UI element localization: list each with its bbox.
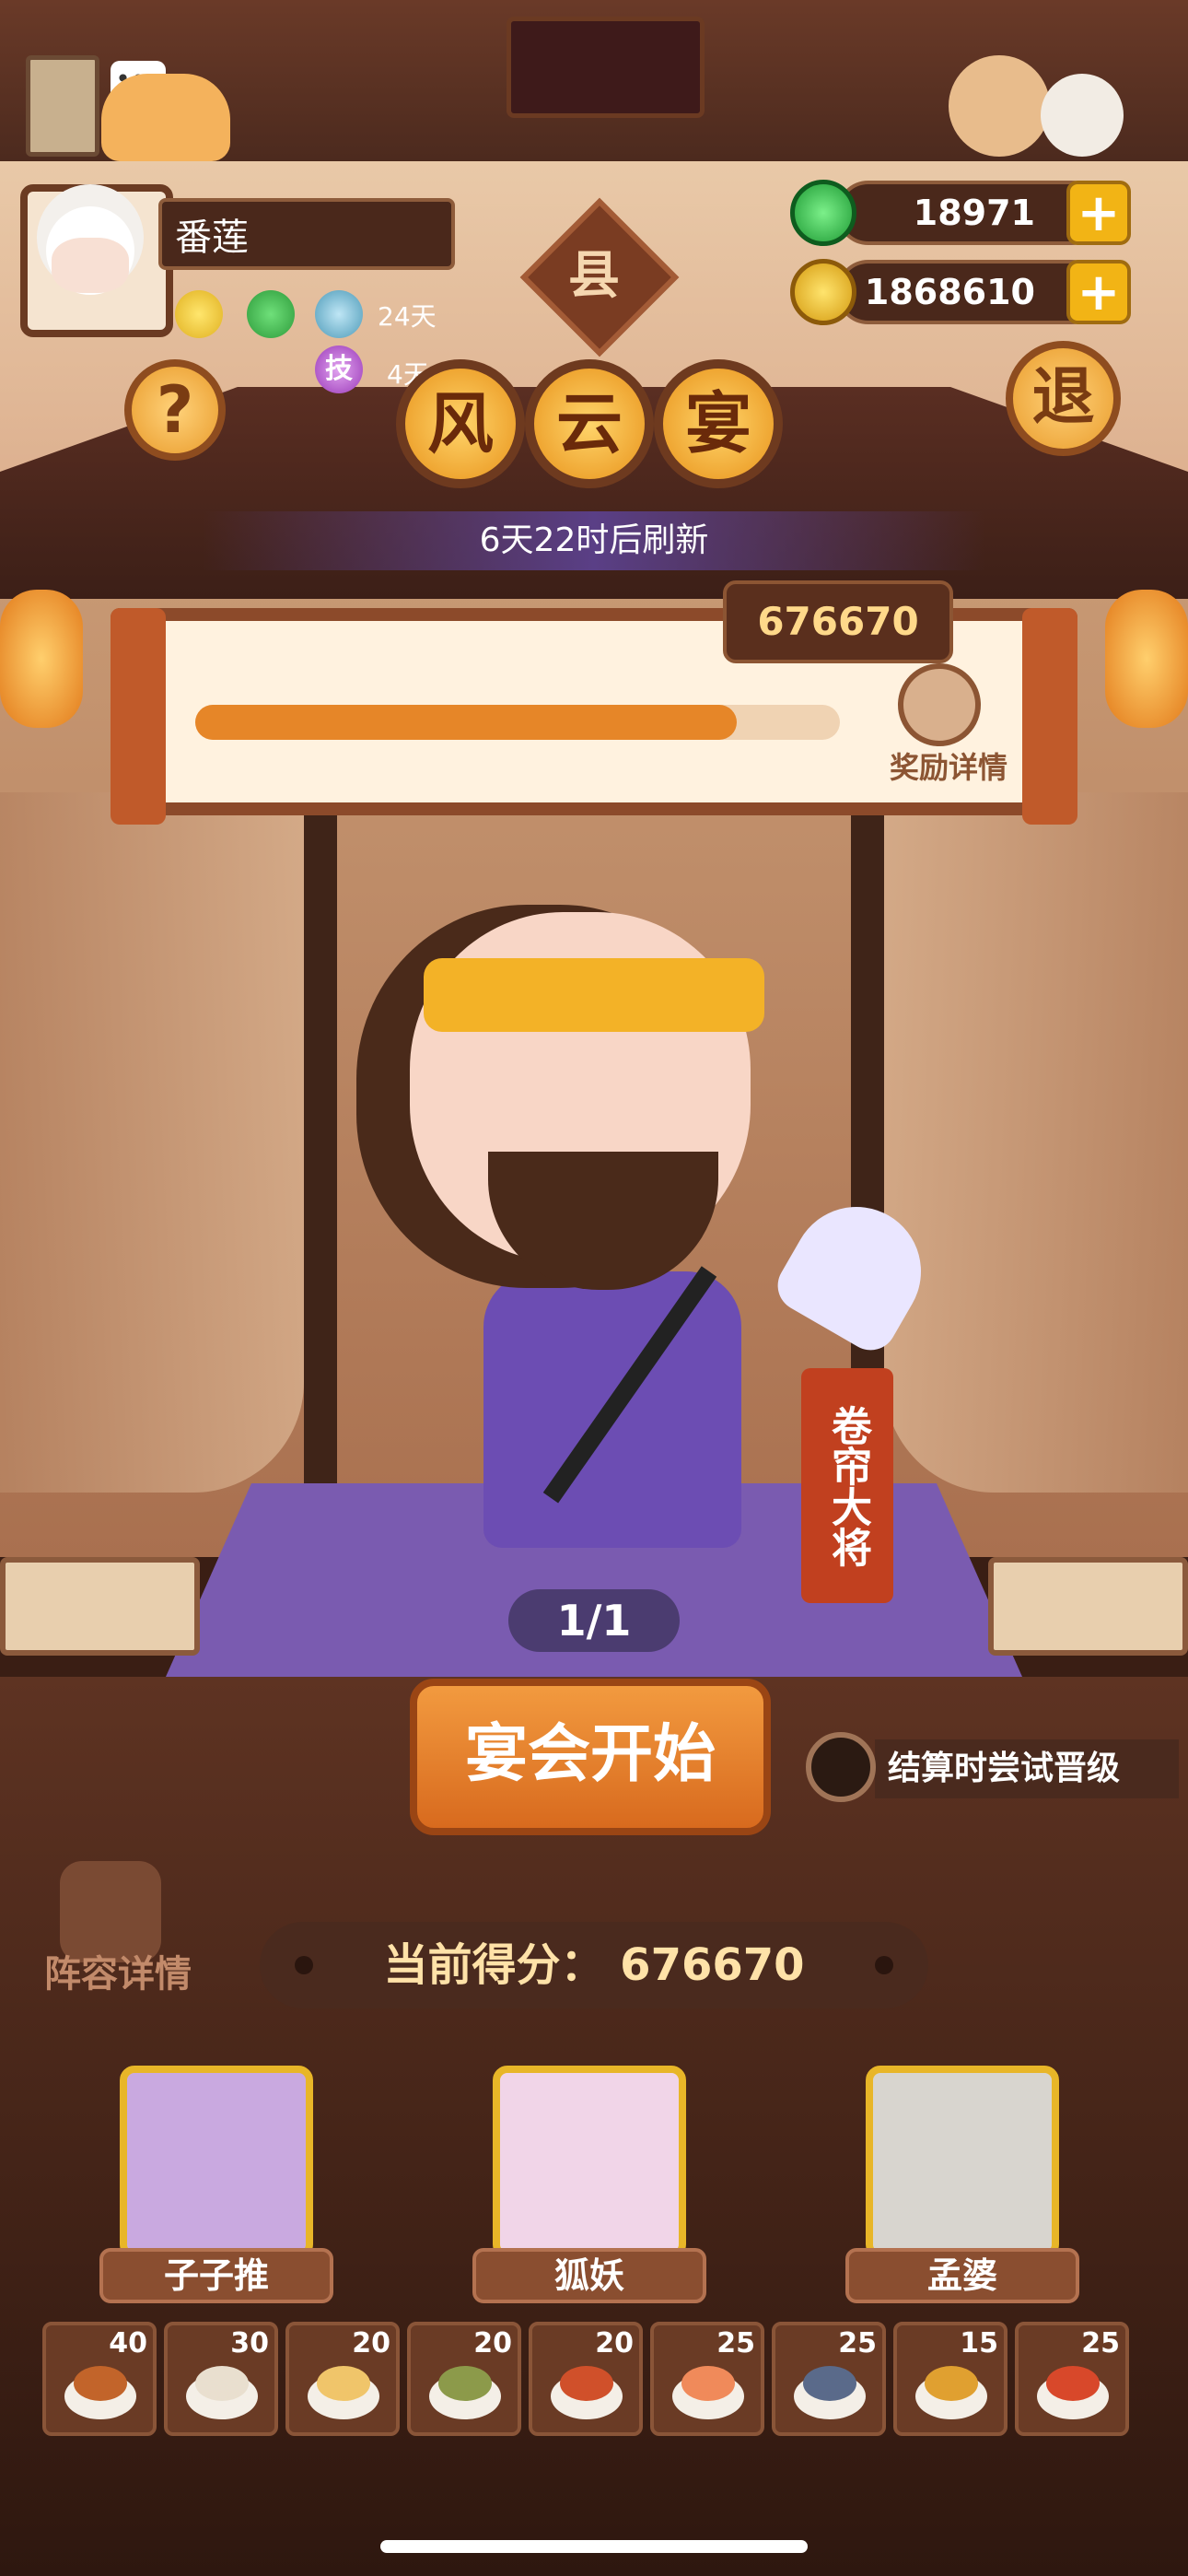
dish-count: 40 — [109, 2327, 147, 2359]
help-button[interactable]: ? — [124, 359, 226, 461]
chef-mascot-icon — [949, 55, 1050, 157]
score-bar-dot-left — [295, 1956, 313, 1974]
potion-buff-icon[interactable] — [315, 290, 363, 338]
food-icon — [681, 2366, 735, 2401]
dish-item[interactable]: 20 — [285, 2322, 400, 2436]
formation-details-button[interactable]: 阵容详情 — [26, 1944, 210, 1997]
dish-item[interactable]: 25 — [650, 2322, 764, 2436]
dish-count: 20 — [473, 2327, 512, 2359]
bench-right — [988, 1557, 1188, 1656]
lantern-right-icon — [1105, 590, 1188, 728]
add-jade-button[interactable]: + — [1066, 181, 1131, 245]
current-score-value: 676670 — [620, 1939, 805, 1991]
progress-fill — [195, 705, 737, 740]
dish-count: 25 — [716, 2327, 755, 2359]
chef-portrait-3 — [873, 2073, 1052, 2252]
scroll-end-left — [111, 608, 166, 825]
start-banquet-button[interactable]: 宴会开始 — [410, 1679, 771, 1835]
lantern-left-icon — [0, 590, 83, 728]
score-bar-dot-right — [875, 1956, 893, 1974]
scroll-icon[interactable] — [26, 55, 99, 157]
jade-amount: 18971 — [836, 181, 1103, 245]
chef-name-1: 子子推 — [99, 2248, 333, 2303]
chef-card-3[interactable] — [866, 2066, 1059, 2259]
dish-item[interactable]: 25 — [1015, 2322, 1129, 2436]
player-avatar[interactable] — [20, 184, 173, 337]
food-icon — [195, 2366, 249, 2401]
chef-portrait-2 — [500, 2073, 679, 2252]
pillar-left — [304, 811, 337, 1511]
chef-name-3: 孟婆 — [845, 2248, 1079, 2303]
dish-item[interactable]: 20 — [529, 2322, 643, 2436]
chef-card-2[interactable] — [493, 2066, 686, 2259]
guest-page-indicator: 1/1 — [508, 1589, 680, 1652]
current-score-label: 当前得分： — [383, 1939, 605, 1991]
reward-magnifier-icon[interactable] — [898, 663, 981, 746]
food-icon — [74, 2366, 127, 2401]
coin-buff-icon[interactable] — [175, 290, 223, 338]
dish-item[interactable]: 15 — [893, 2322, 1007, 2436]
promotion-toggle[interactable] — [806, 1732, 876, 1802]
curtain-right — [884, 792, 1188, 1493]
jade-buff-icon[interactable] — [247, 290, 295, 338]
player-name: 番莲 — [158, 198, 455, 270]
food-icon — [560, 2366, 613, 2401]
add-coin-button[interactable]: + — [1066, 260, 1131, 324]
dish-item[interactable]: 40 — [42, 2322, 157, 2436]
rank-badge: 县 — [568, 246, 620, 306]
refresh-timer: 6天22时后刷新 — [203, 511, 985, 570]
skill-buff-icon[interactable]: 技 — [315, 345, 363, 393]
scroll-end-right — [1022, 608, 1077, 825]
food-icon — [1046, 2366, 1100, 2401]
chef-card-1[interactable] — [120, 2066, 313, 2259]
food-icon — [438, 2366, 492, 2401]
jade-icon — [790, 180, 856, 246]
exit-button[interactable]: 退 — [1006, 341, 1121, 456]
curtain-left — [0, 792, 304, 1493]
dish-item[interactable]: 30 — [164, 2322, 278, 2436]
guest-name-banner: 卷帘大将 — [801, 1368, 893, 1603]
title-char-2: 云 — [525, 359, 654, 488]
current-score-bar: 当前得分： 676670 — [260, 1922, 928, 2008]
guest-character-crown — [424, 958, 764, 1032]
dish-item[interactable]: 25 — [772, 2322, 886, 2436]
bench-left — [0, 1557, 200, 1656]
home-indicator[interactable] — [380, 2540, 808, 2553]
coin-icon — [790, 259, 856, 325]
portrait-banner-icon — [507, 17, 705, 118]
food-icon — [803, 2366, 856, 2401]
dish-count: 25 — [838, 2327, 877, 2359]
dish-item[interactable]: 20 — [407, 2322, 521, 2436]
dish-count: 30 — [230, 2327, 269, 2359]
chef-name-2: 狐妖 — [472, 2248, 706, 2303]
dish-count: 15 — [960, 2327, 998, 2359]
cat-mascot-icon — [101, 74, 230, 161]
title-char-1: 风 — [396, 359, 525, 488]
dish-count: 20 — [595, 2327, 634, 2359]
coin-amount: 1868610 — [836, 260, 1103, 324]
progress-score-tag: 676670 — [723, 580, 953, 663]
buff1-duration: 24天 — [378, 301, 437, 332]
reward-details-link[interactable]: 奖励详情 — [879, 744, 1018, 787]
title-char-3: 宴 — [654, 359, 783, 488]
food-icon — [925, 2366, 978, 2401]
ghost-cat-mascot-icon — [1041, 74, 1124, 157]
dish-count: 25 — [1081, 2327, 1120, 2359]
chef-portrait-1 — [127, 2073, 306, 2252]
food-icon — [317, 2366, 370, 2401]
promotion-toggle-label: 结算时尝试晋级 — [875, 1739, 1179, 1798]
dish-count: 20 — [352, 2327, 390, 2359]
